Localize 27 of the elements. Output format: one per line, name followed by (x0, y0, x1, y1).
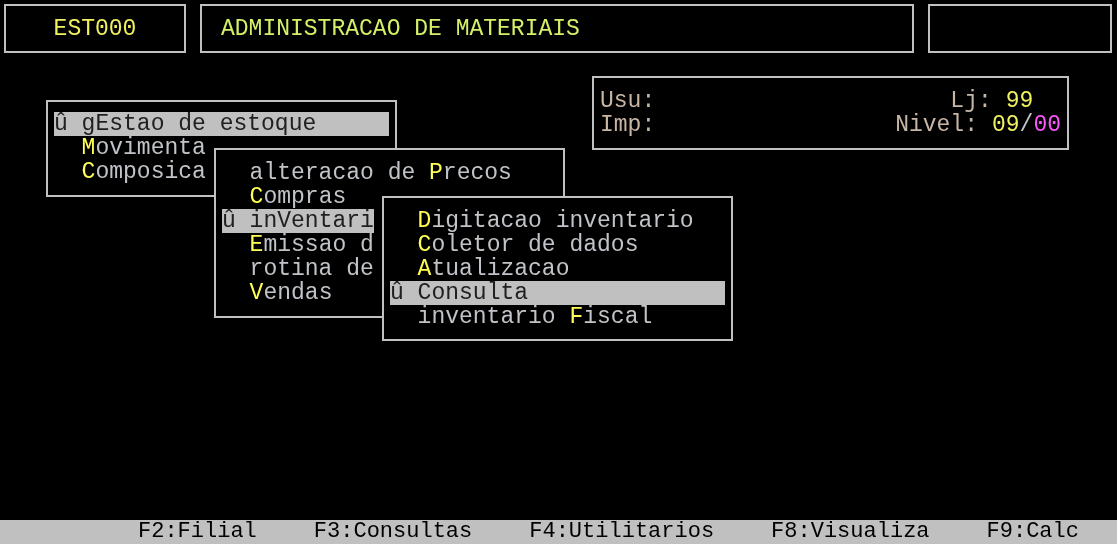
menu-item[interactable]: Coletor de dados (390, 233, 725, 257)
menu-item[interactable]: Emissao d (222, 233, 374, 257)
menu-item[interactable]: Compras (222, 185, 347, 209)
printer-label: Imp: (600, 113, 656, 137)
level-value: 09 (991, 112, 1020, 138)
menu-item[interactable]: û inVentari (222, 209, 374, 233)
level-separator: / (1019, 112, 1034, 138)
menu-item[interactable]: alteracao de Precos (222, 161, 512, 185)
menu-item[interactable]: Digitacao inventario (390, 209, 725, 233)
menu-item[interactable]: inventario Fiscal (390, 305, 725, 329)
store-value: 99 (1005, 88, 1034, 114)
menu-item[interactable]: Atualizacao (390, 257, 725, 281)
function-key[interactable]: F9:Calc (986, 520, 1079, 544)
menu-item[interactable]: rotina de (222, 257, 374, 281)
menu-item[interactable]: û gEstao de estoque (54, 112, 389, 136)
program-code: EST000 (4, 4, 186, 53)
store-label: Lj: (950, 88, 992, 114)
screen-title: ADMINISTRACAO DE MATERIAIS (200, 4, 914, 53)
level-label: Nivel: (895, 112, 978, 138)
function-key[interactable]: F8:Visualiza (771, 520, 930, 544)
user-label: Usu: (600, 89, 656, 113)
level-max: 00 (1033, 112, 1061, 138)
function-key[interactable]: F2:Filial (138, 520, 257, 544)
function-key[interactable]: F4:Utilitarios (529, 520, 715, 544)
function-key[interactable]: F3:Consultas (313, 520, 473, 544)
menu-item[interactable]: Vendas (222, 281, 333, 305)
menu-item[interactable]: û Consulta (390, 281, 725, 305)
